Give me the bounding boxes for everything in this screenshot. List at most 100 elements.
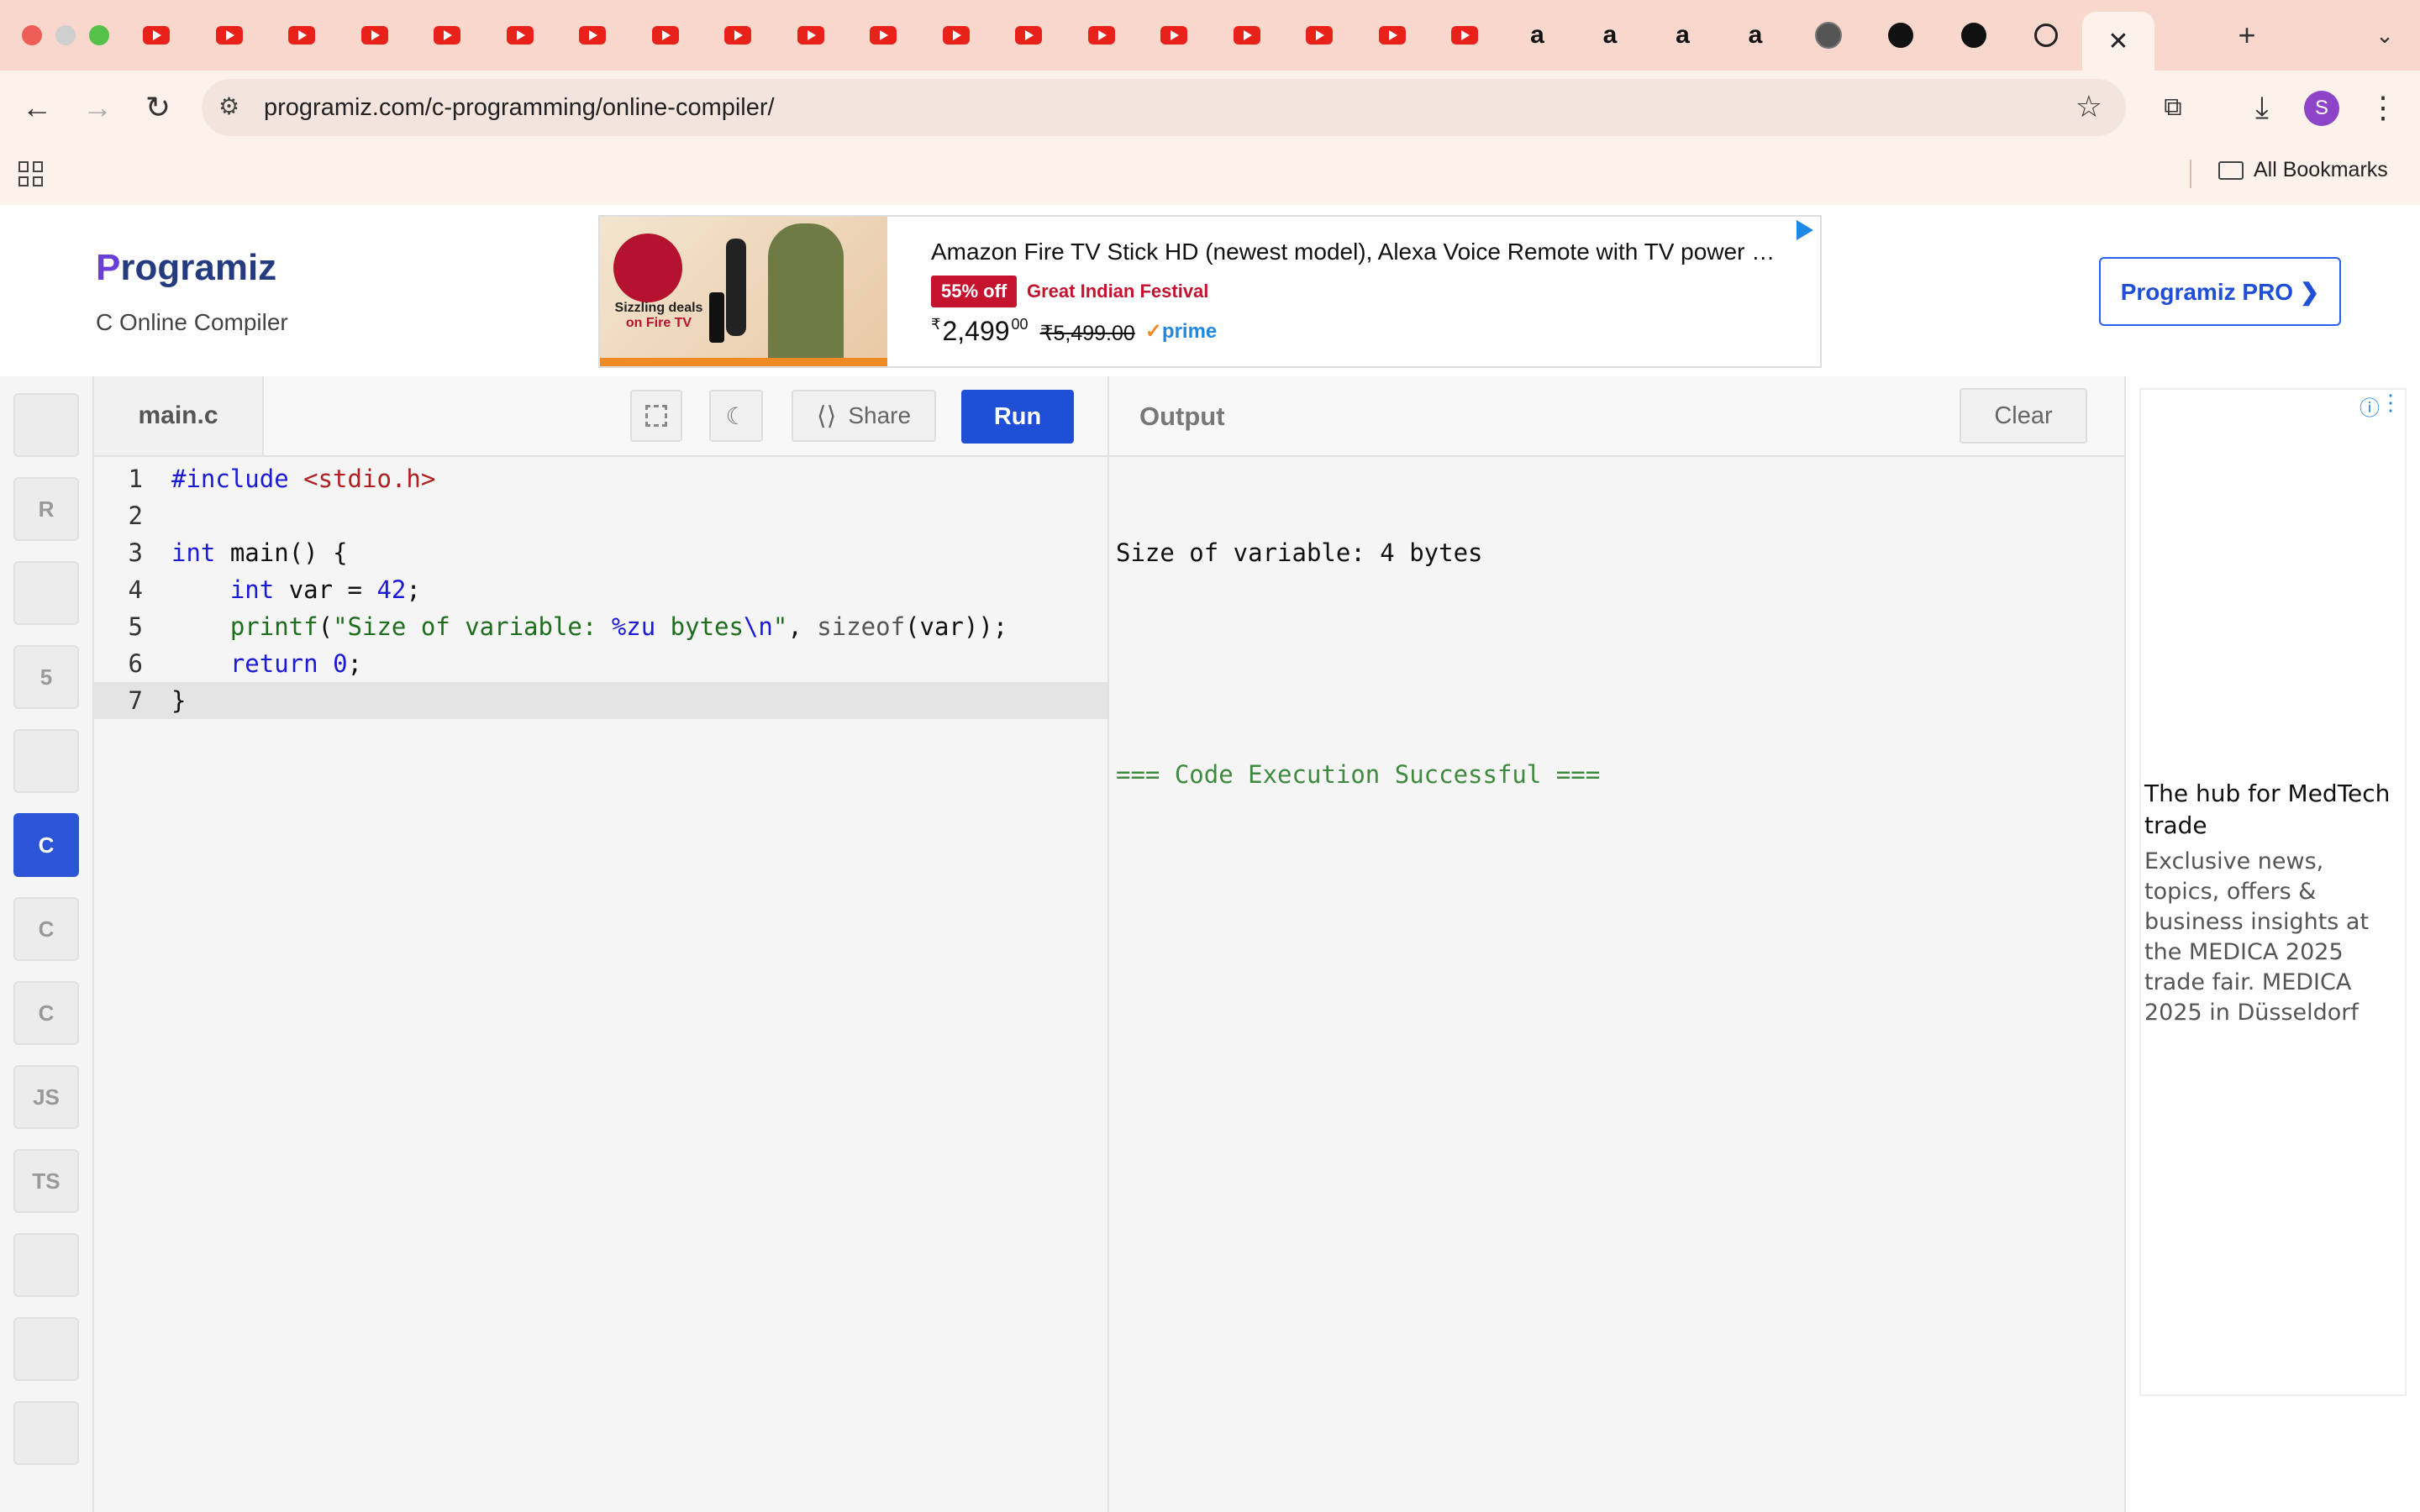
clear-button[interactable]: Clear — [1960, 388, 2087, 444]
output-title: Output — [1139, 402, 1225, 431]
tab-globe[interactable] — [1812, 18, 1845, 52]
side-ad-heading[interactable]: The hub for MedTech trade — [2144, 778, 2396, 842]
tab-youtube[interactable] — [721, 18, 755, 52]
tab-youtube[interactable] — [794, 18, 828, 52]
fullscreen-button[interactable] — [630, 390, 682, 442]
profile-avatar[interactable]: S — [2304, 91, 2339, 126]
language-kotlin[interactable] — [13, 1401, 79, 1465]
code-token: (var)); — [905, 612, 1008, 641]
language-stack[interactable] — [13, 1233, 79, 1297]
prime-badge: ✓prime — [1144, 320, 1218, 343]
tab-github[interactable] — [1957, 18, 1991, 52]
code-line[interactable]: 3 int main() { — [94, 534, 1107, 571]
code-line[interactable]: 4 int var = 42; — [94, 571, 1107, 608]
tab-youtube[interactable] — [358, 18, 392, 52]
tab-youtube[interactable] — [139, 18, 173, 52]
back-button[interactable]: ← — [17, 87, 57, 128]
ad-choices-icon[interactable] — [1797, 220, 1813, 240]
language-swift[interactable] — [13, 1317, 79, 1381]
tab-youtube[interactable] — [285, 18, 318, 52]
tab-youtube[interactable] — [1448, 18, 1481, 52]
forward-button[interactable]: → — [77, 87, 118, 128]
tab-youtube[interactable] — [1157, 18, 1191, 52]
tab-github[interactable] — [1884, 18, 1918, 52]
tab-youtube[interactable] — [430, 18, 464, 52]
tab-amazon[interactable]: a — [1521, 18, 1555, 52]
language-r[interactable]: R — [13, 477, 79, 541]
ad-discount-badge: 55% off — [931, 276, 1018, 307]
ad-info-icon[interactable]: ⓘ — [2360, 391, 2380, 421]
language-python[interactable] — [13, 393, 79, 457]
language-ts[interactable]: TS — [13, 1149, 79, 1213]
tab-amazon[interactable]: a — [1739, 18, 1772, 52]
folder-icon — [2218, 160, 2244, 180]
code-token: ; — [347, 649, 363, 678]
new-tab-button[interactable]: + — [2230, 18, 2264, 52]
code-line[interactable]: 5 printf("Size of variable: %zu bytes\n"… — [94, 608, 1107, 645]
close-window-button[interactable] — [22, 25, 42, 45]
active-tab-close-button[interactable]: ✕ — [2082, 12, 2154, 71]
file-tab[interactable]: main.c — [94, 376, 264, 455]
tab-youtube[interactable] — [213, 18, 246, 52]
tab-youtube[interactable] — [1302, 18, 1336, 52]
tab-youtube[interactable] — [1085, 18, 1118, 52]
moon-icon: ☾ — [725, 402, 747, 429]
apps-grid-icon[interactable] — [18, 161, 44, 186]
download-icon[interactable]: ⤓ — [2242, 87, 2282, 128]
code-token: var = — [274, 575, 377, 604]
youtube-icon — [215, 26, 243, 45]
tab-openai[interactable] — [2029, 18, 2063, 52]
menu-kebab-icon[interactable]: ⋮ — [2363, 87, 2403, 128]
ad-menu-icon[interactable]: ⋮ — [2380, 390, 2402, 416]
tab-youtube[interactable] — [503, 18, 537, 52]
youtube-icon — [1233, 26, 1260, 45]
code-editor[interactable]: 1 #include <stdio.h> 2 3 int main() {4 int v… — [94, 460, 1107, 719]
tab-youtube[interactable] — [939, 18, 973, 52]
logo-text: rogramiz — [120, 247, 277, 288]
site-info-icon[interactable]: ⚙ — [218, 92, 239, 120]
programiz-logo[interactable]: Programiz — [96, 247, 276, 289]
run-button[interactable]: Run — [961, 390, 1074, 444]
bookmark-star-icon[interactable]: ☆ — [2075, 89, 2102, 124]
tab-youtube[interactable] — [1230, 18, 1264, 52]
tab-youtube[interactable] — [1012, 18, 1045, 52]
all-bookmarks-button[interactable]: All Bookmarks — [2218, 158, 2388, 182]
language-sql[interactable] — [13, 561, 79, 625]
amazon-ad-banner[interactable]: Sizzling deals on Fire TV Amazon Fire TV… — [598, 215, 1822, 368]
code-line[interactable]: 2 — [94, 497, 1107, 534]
tab-youtube[interactable] — [1376, 18, 1409, 52]
language-java[interactable] — [13, 729, 79, 793]
language-html5[interactable]: 5 — [13, 645, 79, 709]
code-line[interactable]: 7} — [94, 682, 1107, 719]
tab-youtube[interactable] — [649, 18, 682, 52]
price-value: 2,499 — [942, 316, 1010, 346]
ad-title[interactable]: Amazon Fire TV Stick HD (newest model), … — [931, 239, 1775, 265]
side-ad-box[interactable]: ⓘ ⋮ The hub for MedTech trade Exclusive … — [2139, 388, 2407, 1396]
share-button[interactable]: ⟨⟩ Share — [792, 390, 936, 442]
programiz-pro-button[interactable]: Programiz PRO ❯ — [2099, 257, 2341, 326]
address-bar[interactable]: ⚙ programiz.com/c-programming/online-com… — [202, 79, 2126, 136]
language-cpp[interactable]: C — [13, 897, 79, 961]
code-text: return 0; — [171, 645, 362, 682]
reload-button[interactable]: ↻ — [138, 87, 178, 128]
minimize-window-button[interactable] — [55, 25, 76, 45]
c-icon: C — [38, 832, 55, 858]
maximize-window-button[interactable] — [89, 25, 109, 45]
tab-amazon[interactable]: a — [1666, 18, 1700, 52]
tab-search-button[interactable]: ⌄ — [2368, 18, 2402, 52]
output-header: Output Clear — [1109, 376, 2124, 457]
tab-amazon[interactable]: a — [1593, 18, 1627, 52]
tab-youtube[interactable] — [866, 18, 900, 52]
language-c[interactable]: C — [13, 813, 79, 877]
code-line[interactable]: 1 #include <stdio.h> — [94, 460, 1107, 497]
tab-youtube[interactable] — [576, 18, 609, 52]
theme-toggle-button[interactable]: ☾ — [709, 390, 763, 442]
logo-letter: P — [96, 247, 121, 288]
language-js[interactable]: JS — [13, 1065, 79, 1129]
output-status-line: === Code Execution Successful === — [1116, 760, 1601, 789]
code-line[interactable]: 6 return 0; — [94, 645, 1107, 682]
extensions-icon[interactable]: ⧉ — [2153, 87, 2193, 128]
language-csharp[interactable]: C — [13, 981, 79, 1045]
youtube-icon — [724, 26, 751, 45]
